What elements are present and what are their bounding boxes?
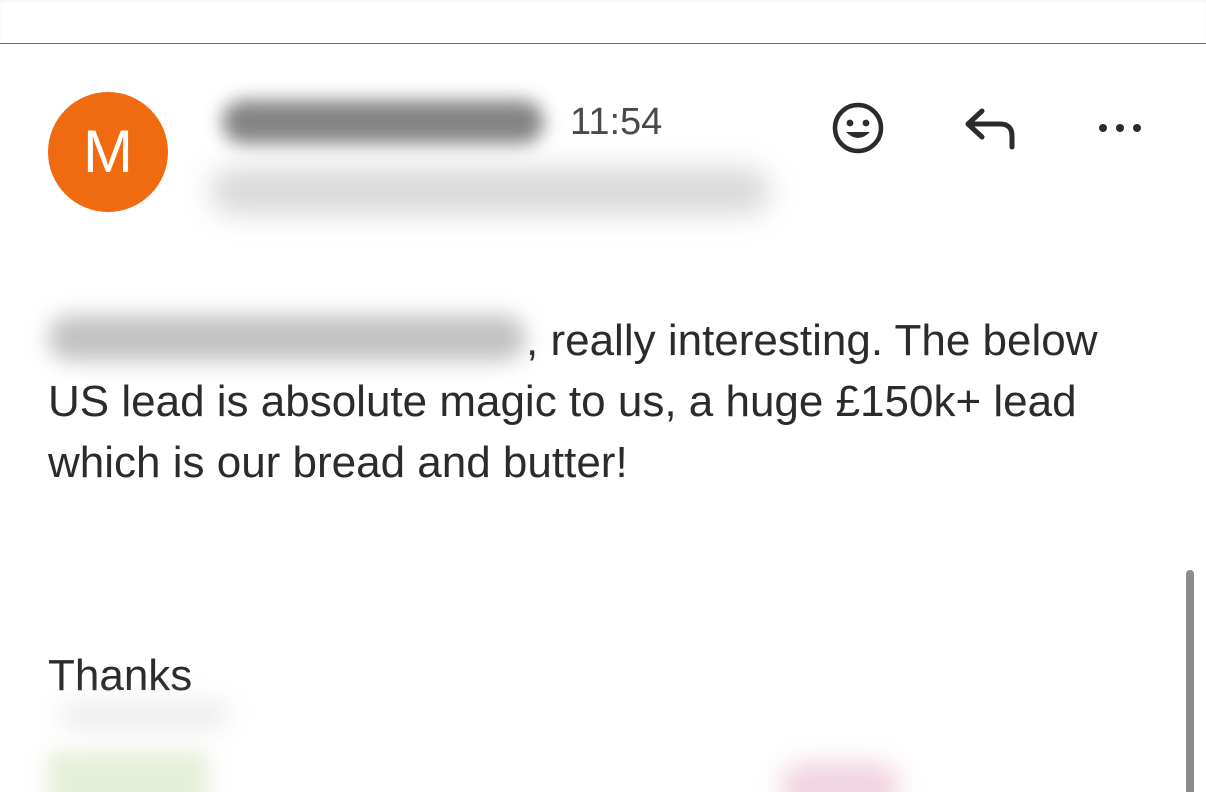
attachment-preview-redacted (48, 752, 208, 792)
emoji-reaction-button[interactable] (826, 96, 890, 160)
recipients-redacted[interactable] (210, 168, 770, 214)
top-bar (0, 0, 1206, 44)
reply-button[interactable] (958, 96, 1022, 160)
scrollbar[interactable] (1186, 570, 1194, 792)
avatar-initial: M (83, 118, 133, 185)
emoji-icon (832, 102, 884, 154)
more-options-button[interactable] (1088, 96, 1152, 160)
reply-icon (965, 108, 1015, 150)
message-body: , really interesting. The below US lead … (48, 310, 1158, 493)
sender-name-redacted[interactable] (222, 100, 544, 144)
greeting-redacted (48, 315, 526, 361)
signature-redacted (60, 700, 230, 730)
avatar[interactable]: M (48, 92, 168, 212)
more-icon (1099, 124, 1141, 132)
email-message-view: M 11:54 , really interesting. The below … (0, 0, 1206, 792)
message-time: 11:54 (570, 101, 663, 143)
attachment-preview-redacted (780, 762, 900, 792)
message-closing: Thanks (48, 651, 193, 700)
